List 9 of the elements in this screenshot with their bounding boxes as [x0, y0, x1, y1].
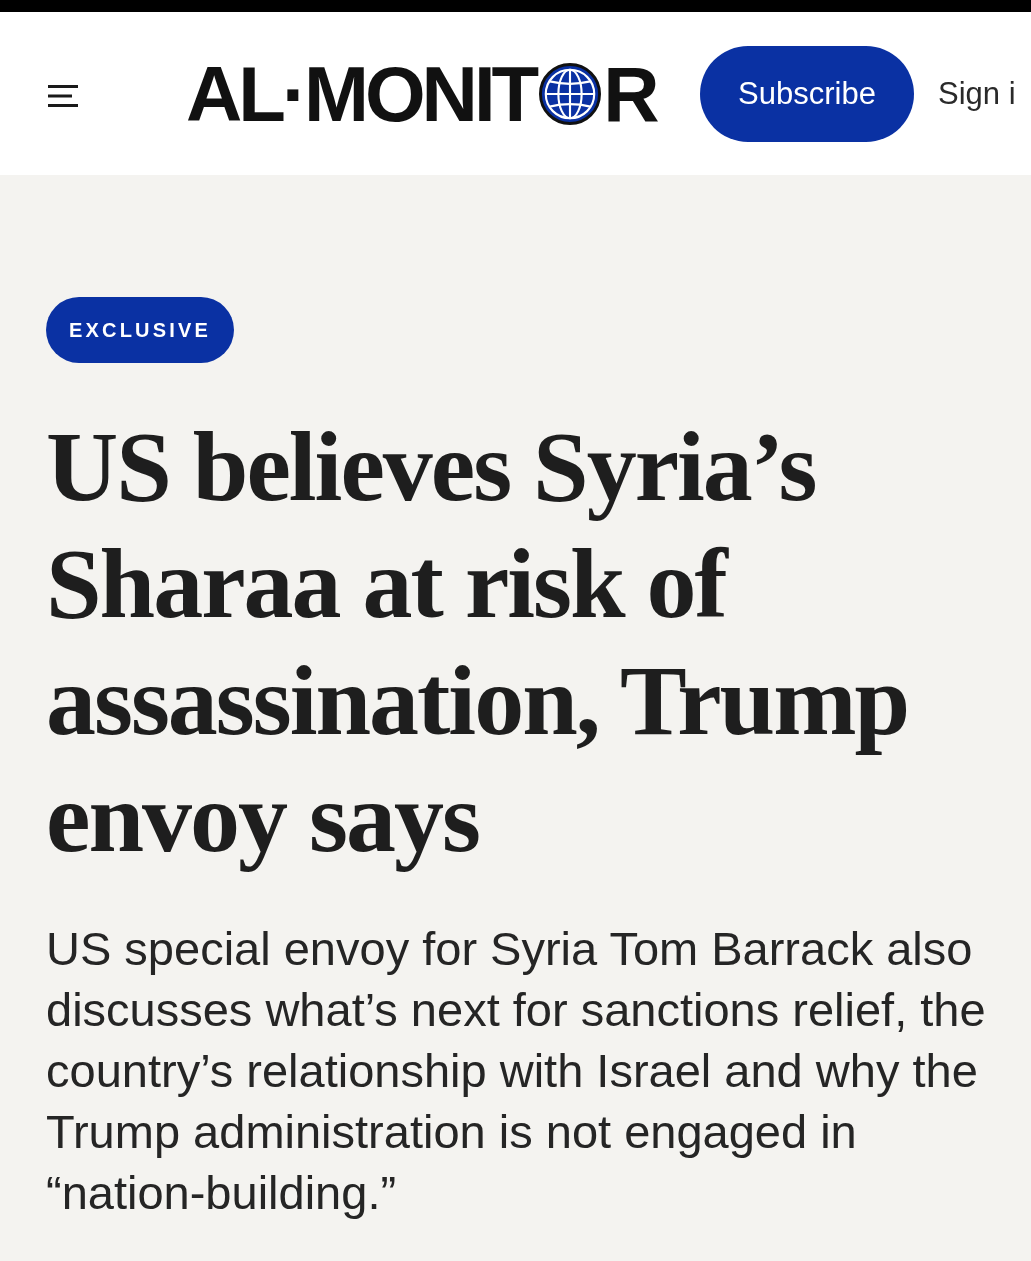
subscribe-button[interactable]: Subscribe	[700, 45, 914, 142]
sign-in-link[interactable]: Sign i	[938, 75, 1016, 112]
headline: US believes Syria’s Sharaa at risk of assassination, Trump envoy says	[46, 410, 910, 875]
exclusive-label: EXCLUSIVE	[46, 297, 234, 363]
menu-icon[interactable]	[48, 84, 78, 107]
globe-icon	[539, 62, 602, 125]
logo-text[interactable]: R	[603, 54, 656, 133]
article-summary: US special envoy for Syria Tom Barrack also discusses what’s next for sanctions relief, the country’s relationship with Israel and why the Trump administration is not engaged in “nation-building.”	[46, 921, 987, 1221]
logo-text[interactable]: AL·MONIT	[186, 54, 536, 133]
